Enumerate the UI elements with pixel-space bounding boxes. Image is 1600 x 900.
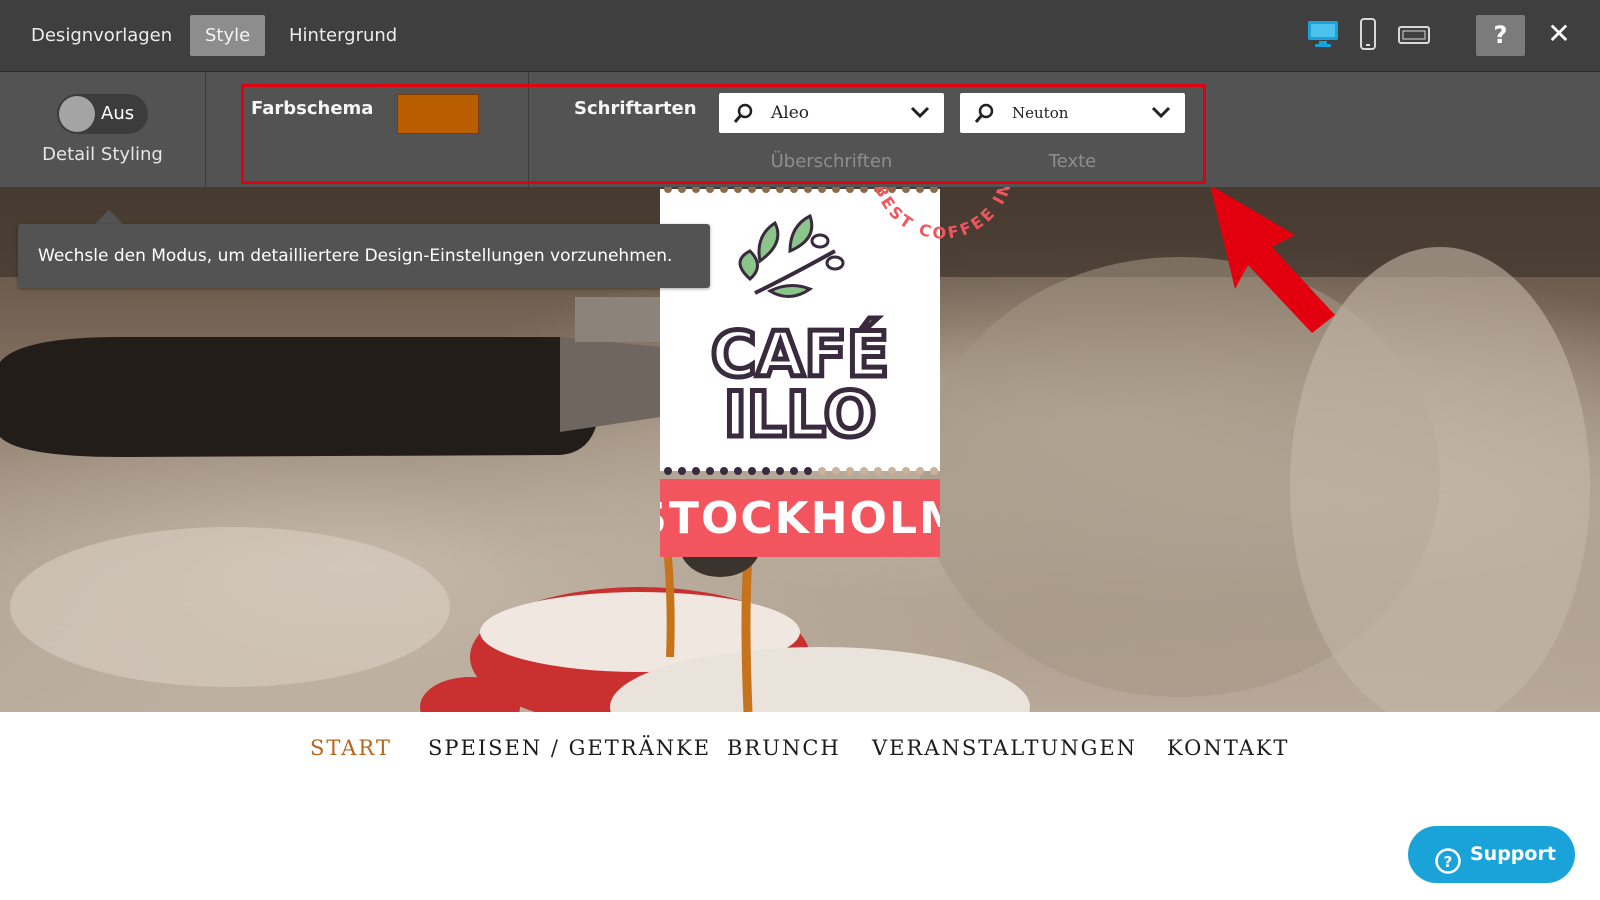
support-label: Support [1470,843,1556,865]
logo-banner: STOCKHOLM [660,493,940,544]
site-navigation: START SPEISEN / GETRÄNKE BRUNCH VERANSTA… [0,712,1600,792]
tooltip-arrow [95,210,123,224]
detail-styling-toggle[interactable]: Aus [57,94,148,134]
toggle-knob [59,96,95,132]
style-settings-bar: Aus Detail Styling Farbschema Schriftart… [0,72,1600,187]
desktop-icon[interactable] [1307,20,1339,52]
help-button[interactable]: ? [1476,15,1525,56]
badge-text: BEST COFFEE IN TOWN · CAFE ILLO · [860,187,1012,243]
nav-item-veranstaltungen[interactable]: VERANSTALTUNGEN [872,736,1137,760]
detail-mode-tooltip: Wechsle den Modus, um detailliertere Des… [18,224,710,288]
nav-item-start[interactable]: START [310,736,392,760]
badge-circular-text: BEST COFFEE IN TOWN · CAFE ILLO · [860,187,1015,243]
annotation-arrow-icon [1210,187,1335,333]
tab-hintergrund[interactable]: Hintergrund [274,15,412,56]
help-circle-icon: ? [1434,841,1462,898]
divider [205,72,206,187]
logo-line-2: ILLO [724,378,877,451]
editor-top-bar: Designvorlagen Style Hintergrund ? ✕ [0,0,1600,72]
tab-style[interactable]: Style [190,15,266,56]
tab-designvorlagen[interactable]: Designvorlagen [16,15,187,56]
phone-icon[interactable] [1359,18,1377,54]
nav-item-speisen-getraenke[interactable]: SPEISEN / GETRÄNKE [428,736,711,760]
svg-text:?: ? [1444,853,1453,871]
nav-item-brunch[interactable]: BRUNCH [727,736,841,760]
svg-text:BEST COFFEE IN TOWN · CAFE ILL: BEST COFFEE IN TOWN · CAFE ILLO · [860,187,1015,243]
tablet-landscape-icon[interactable] [1398,25,1430,49]
annotation-highlight-box [241,84,1206,184]
detail-styling-label: Detail Styling [42,144,163,165]
nav-item-kontakt[interactable]: KONTAKT [1167,736,1289,760]
support-button[interactable]: ? Support [1408,826,1575,883]
toggle-label: Aus [101,103,135,124]
close-button[interactable]: ✕ [1543,18,1575,50]
